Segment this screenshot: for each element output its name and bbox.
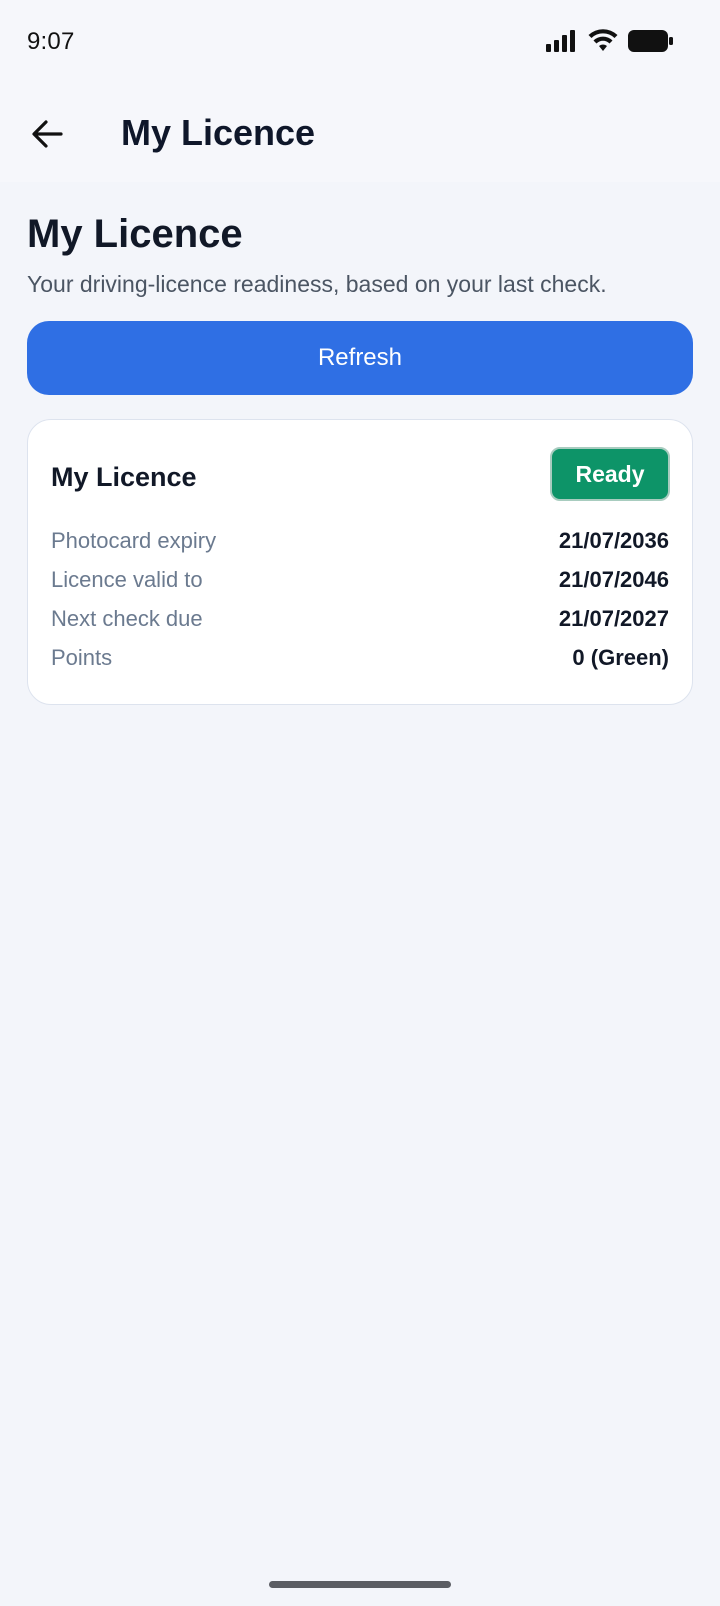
- arrow-left-icon: [31, 119, 63, 154]
- detail-value: 21/07/2036: [558, 528, 669, 553]
- wifi-icon: [588, 28, 618, 58]
- page-title: My Licence: [27, 212, 243, 256]
- refresh-button[interactable]: Refresh: [27, 321, 693, 395]
- app-bar: My Licence: [0, 88, 720, 182]
- signal-icon: [546, 29, 578, 57]
- detail-row-next-check-due: Next check due 21/07/2027: [51, 604, 669, 634]
- battery-icon: [628, 29, 674, 58]
- card-title: My Licence: [51, 462, 197, 492]
- detail-value: 21/07/2027: [558, 606, 669, 631]
- status-time: 9:07: [27, 28, 75, 55]
- licence-card: My Licence Ready Photocard expiry 21/07/…: [27, 419, 693, 705]
- app-bar-title: My Licence: [121, 112, 316, 153]
- detail-value: 0 (Green): [572, 645, 669, 670]
- detail-row-licence-valid-to: Licence valid to 21/07/2046: [51, 565, 669, 595]
- detail-label: Licence valid to: [51, 567, 203, 592]
- page-subtitle: Your driving-licence readiness, based on…: [27, 271, 607, 297]
- status-bar: 9:07: [0, 0, 720, 88]
- detail-row-points: Points 0 (Green): [51, 643, 669, 673]
- detail-label: Points: [51, 645, 113, 670]
- home-indicator[interactable]: [269, 1581, 451, 1588]
- detail-label: Next check due: [51, 606, 203, 631]
- detail-value: 21/07/2046: [558, 567, 669, 592]
- status-badge: Ready: [550, 447, 670, 501]
- detail-label: Photocard expiry: [51, 528, 217, 553]
- back-button[interactable]: [20, 109, 74, 163]
- detail-row-photocard-expiry: Photocard expiry 21/07/2036: [51, 526, 669, 556]
- status-icons: [546, 28, 674, 58]
